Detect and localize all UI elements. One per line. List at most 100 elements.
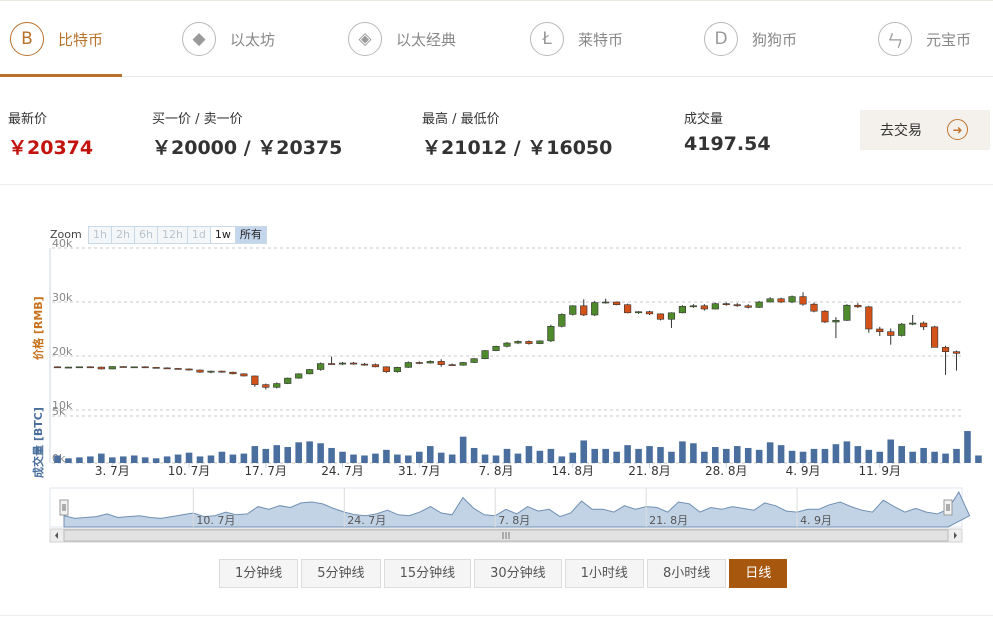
volume-bar xyxy=(733,446,741,463)
volume-bar xyxy=(876,451,884,463)
volume-bar xyxy=(810,448,818,463)
x-tick-label: 7. 8月 xyxy=(479,464,514,478)
candle-up xyxy=(317,363,325,370)
candle-down xyxy=(53,366,62,369)
candle-down xyxy=(229,371,237,375)
candle-up xyxy=(634,311,643,314)
volume-bar xyxy=(372,453,379,463)
volume-bar xyxy=(898,446,905,463)
volume-bar xyxy=(777,445,785,463)
candle-up xyxy=(470,358,478,363)
candle-down xyxy=(941,347,950,352)
period-15min-button[interactable]: 15分钟线 xyxy=(383,559,472,588)
volume-bar xyxy=(646,446,653,463)
candle-down xyxy=(656,313,665,320)
candle-down xyxy=(865,306,873,330)
candle-up xyxy=(591,302,599,316)
candle-up xyxy=(843,304,851,321)
period-1min-button[interactable]: 1分钟线 xyxy=(219,559,299,588)
volume-bar xyxy=(722,448,730,463)
candle-up xyxy=(832,320,840,323)
x-tick-label: 28. 8月 xyxy=(705,464,748,478)
candle-down xyxy=(799,296,807,305)
zoom-all-button[interactable]: 所有 xyxy=(235,226,267,244)
period-30min-button[interactable]: 30分钟线 xyxy=(474,559,562,588)
period-1hour-button[interactable]: 1小时线 xyxy=(564,559,644,588)
candle-down xyxy=(645,311,654,315)
volume-bar xyxy=(437,452,445,463)
candle-up xyxy=(689,305,697,308)
volume-bar xyxy=(580,440,588,463)
candle-down xyxy=(920,322,928,328)
volume-bar xyxy=(909,451,916,463)
volume-bar xyxy=(821,448,829,463)
candle-down xyxy=(733,304,741,307)
volume-bar xyxy=(163,456,171,463)
volume-bar xyxy=(262,448,270,463)
candle-down xyxy=(152,367,160,369)
candle-down xyxy=(415,362,423,364)
candle-down xyxy=(196,369,204,373)
candle-up xyxy=(547,325,555,342)
volume-bar xyxy=(383,449,390,463)
period-5min-button[interactable]: 5分钟线 xyxy=(301,559,381,588)
x-tick-label: 11. 9月 xyxy=(858,464,901,478)
period-8hour-button[interactable]: 8小时线 xyxy=(646,559,727,588)
volume-bar xyxy=(273,445,281,463)
volume-bar xyxy=(284,447,292,463)
candlestick-chart: 10k20k30k40k0k5k3. 7月10. 7月17. 7月24. 7月3… xyxy=(49,237,982,543)
candle-down xyxy=(218,370,226,373)
candle-up xyxy=(459,362,467,366)
zoom-1h-button[interactable]: 1h xyxy=(88,226,112,244)
candle-up xyxy=(64,366,73,369)
volume-bar xyxy=(602,448,609,463)
candle-down xyxy=(931,326,939,348)
candle-down xyxy=(141,366,149,369)
candle-down xyxy=(262,384,270,388)
candle-up xyxy=(514,341,522,344)
volume-bar xyxy=(196,456,204,463)
volume-bar xyxy=(657,447,664,463)
navigator-handle xyxy=(59,499,69,516)
volume-bar xyxy=(174,454,182,463)
candle-up xyxy=(75,366,83,369)
candle-down xyxy=(97,366,105,370)
zoom-6h-button[interactable]: 6h xyxy=(134,226,158,244)
candle-up xyxy=(898,323,906,336)
volume-bar xyxy=(514,453,522,463)
price-axis-title: 价格 [RMB] xyxy=(32,296,45,360)
zoom-1w-button[interactable]: 1w xyxy=(210,226,236,244)
volume-bar xyxy=(119,456,127,463)
volume-bar xyxy=(755,449,763,463)
price-tick-label: 20k xyxy=(52,345,73,358)
x-tick-label: 24. 7月 xyxy=(321,464,364,478)
zoom-1d-button[interactable]: 1d xyxy=(187,226,211,244)
zoom-buttons: 1h 2h 6h 12h 1d 1w 所有 xyxy=(88,226,267,244)
candle-down xyxy=(810,303,818,312)
volume-bar xyxy=(920,447,927,463)
volume-bar xyxy=(766,442,774,463)
zoom-12h-button[interactable]: 12h xyxy=(157,226,188,244)
candle-down xyxy=(525,341,533,344)
candle-down xyxy=(744,305,752,308)
zoom-2h-button[interactable]: 2h xyxy=(111,226,135,244)
candle-up xyxy=(536,340,544,344)
volume-bar xyxy=(942,453,949,463)
volume-bar xyxy=(624,445,631,463)
volume-bar xyxy=(832,444,840,463)
volume-bar xyxy=(558,456,566,463)
x-tick-label: 14. 8月 xyxy=(552,464,595,478)
candle-down xyxy=(119,366,127,368)
x-tick-label: 21. 8月 xyxy=(628,464,671,478)
candle-down xyxy=(700,305,708,310)
volume-bar xyxy=(185,452,193,463)
volume-bar xyxy=(339,451,346,463)
candle-up xyxy=(755,301,763,308)
candle-down xyxy=(251,375,259,385)
period-daily-button[interactable]: 日线 xyxy=(729,559,788,588)
volume-bar xyxy=(295,442,302,463)
volume-bar xyxy=(690,443,697,463)
candle-down xyxy=(624,304,632,314)
volume-bar xyxy=(207,455,215,463)
candle-up xyxy=(766,298,774,303)
